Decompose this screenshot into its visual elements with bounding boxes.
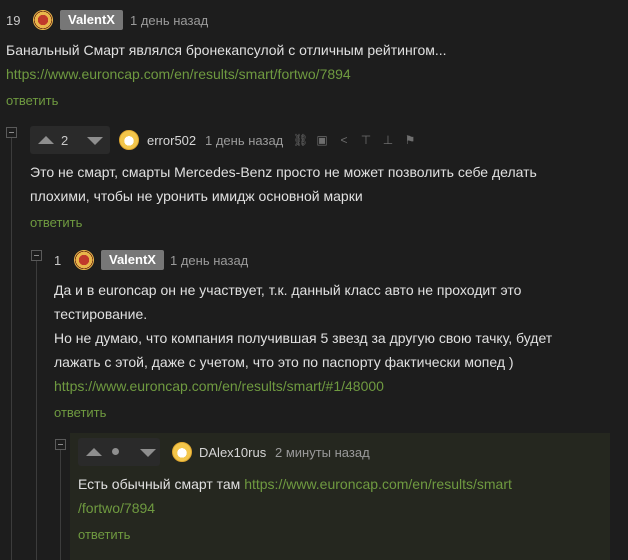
comment-rating: 2 [61, 133, 69, 148]
comment-link[interactable]: https://www.euroncap.com/en/results/smar… [244, 476, 512, 492]
reply-button[interactable]: ответить [54, 405, 106, 420]
comment-text-prefix: Есть обычный смарт там [78, 476, 245, 492]
comment-time[interactable]: 1 день назад [130, 13, 208, 28]
collapse-button[interactable] [31, 250, 42, 261]
avatar[interactable] [119, 130, 139, 150]
comment-link[interactable]: https://www.euroncap.com/en/results/smar… [6, 62, 351, 86]
pin-icon[interactable]: ⊤ [359, 133, 373, 147]
flag-icon[interactable]: ⚑ [403, 133, 417, 147]
collapse-button[interactable] [55, 439, 66, 450]
rating-hidden-dot [112, 448, 119, 455]
comment-time[interactable]: 1 день назад [205, 133, 283, 148]
comment-time[interactable]: 1 день назад [170, 253, 248, 268]
comment-text: плохими, чтобы не уронить имидж основной… [30, 188, 363, 204]
link-icon[interactable]: ⛓ [293, 133, 308, 147]
comment-text: Есть обычный смарт там https://www.euron… [78, 472, 512, 496]
thread-line[interactable] [60, 450, 61, 560]
comment-text: Но не думаю, что компания получившая 5 з… [54, 330, 553, 346]
thread-line[interactable] [36, 260, 37, 560]
save-icon[interactable]: ▣ [315, 133, 329, 147]
avatar[interactable] [33, 10, 53, 30]
comment-link-continuation[interactable]: /fortwo/7894 [78, 496, 155, 520]
share-icon[interactable]: < [337, 133, 351, 147]
comment-text: Банальный Смарт являлся бронекапсулой с … [6, 42, 447, 58]
comment-text: лажать с этой, даже с учетом, что это по… [54, 354, 514, 370]
reply-button[interactable]: ответить [30, 215, 82, 230]
upvote-icon[interactable] [86, 448, 102, 456]
upvote-icon[interactable] [38, 136, 54, 144]
comment-link[interactable]: https://www.euroncap.com/en/results/smar… [54, 374, 384, 398]
collapse-button[interactable] [6, 127, 17, 138]
comment-rating: 19 [6, 13, 21, 28]
user-icon[interactable]: ⊥ [381, 133, 395, 147]
comment-text: Это не смарт, смарты Mercedes-Benz прост… [30, 164, 537, 180]
downvote-icon[interactable] [140, 449, 156, 457]
thread-line[interactable] [11, 138, 12, 560]
downvote-icon[interactable] [87, 137, 103, 145]
comment-text: Да и в euroncap он не участвует, т.к. да… [54, 282, 522, 298]
author-name[interactable]: DAlex10rus [199, 445, 266, 460]
avatar[interactable] [172, 442, 192, 462]
reply-button[interactable]: ответить [6, 93, 58, 108]
comment-rating: 1 [54, 253, 62, 268]
reply-button[interactable]: ответить [78, 527, 130, 542]
author-name[interactable]: error502 [147, 133, 196, 148]
author-name[interactable]: ValentX [60, 10, 123, 30]
author-name[interactable]: ValentX [101, 250, 164, 270]
avatar[interactable] [74, 250, 94, 270]
comment-text: тестирование. [54, 306, 148, 322]
comment-time[interactable]: 2 минуты назад [275, 445, 370, 460]
